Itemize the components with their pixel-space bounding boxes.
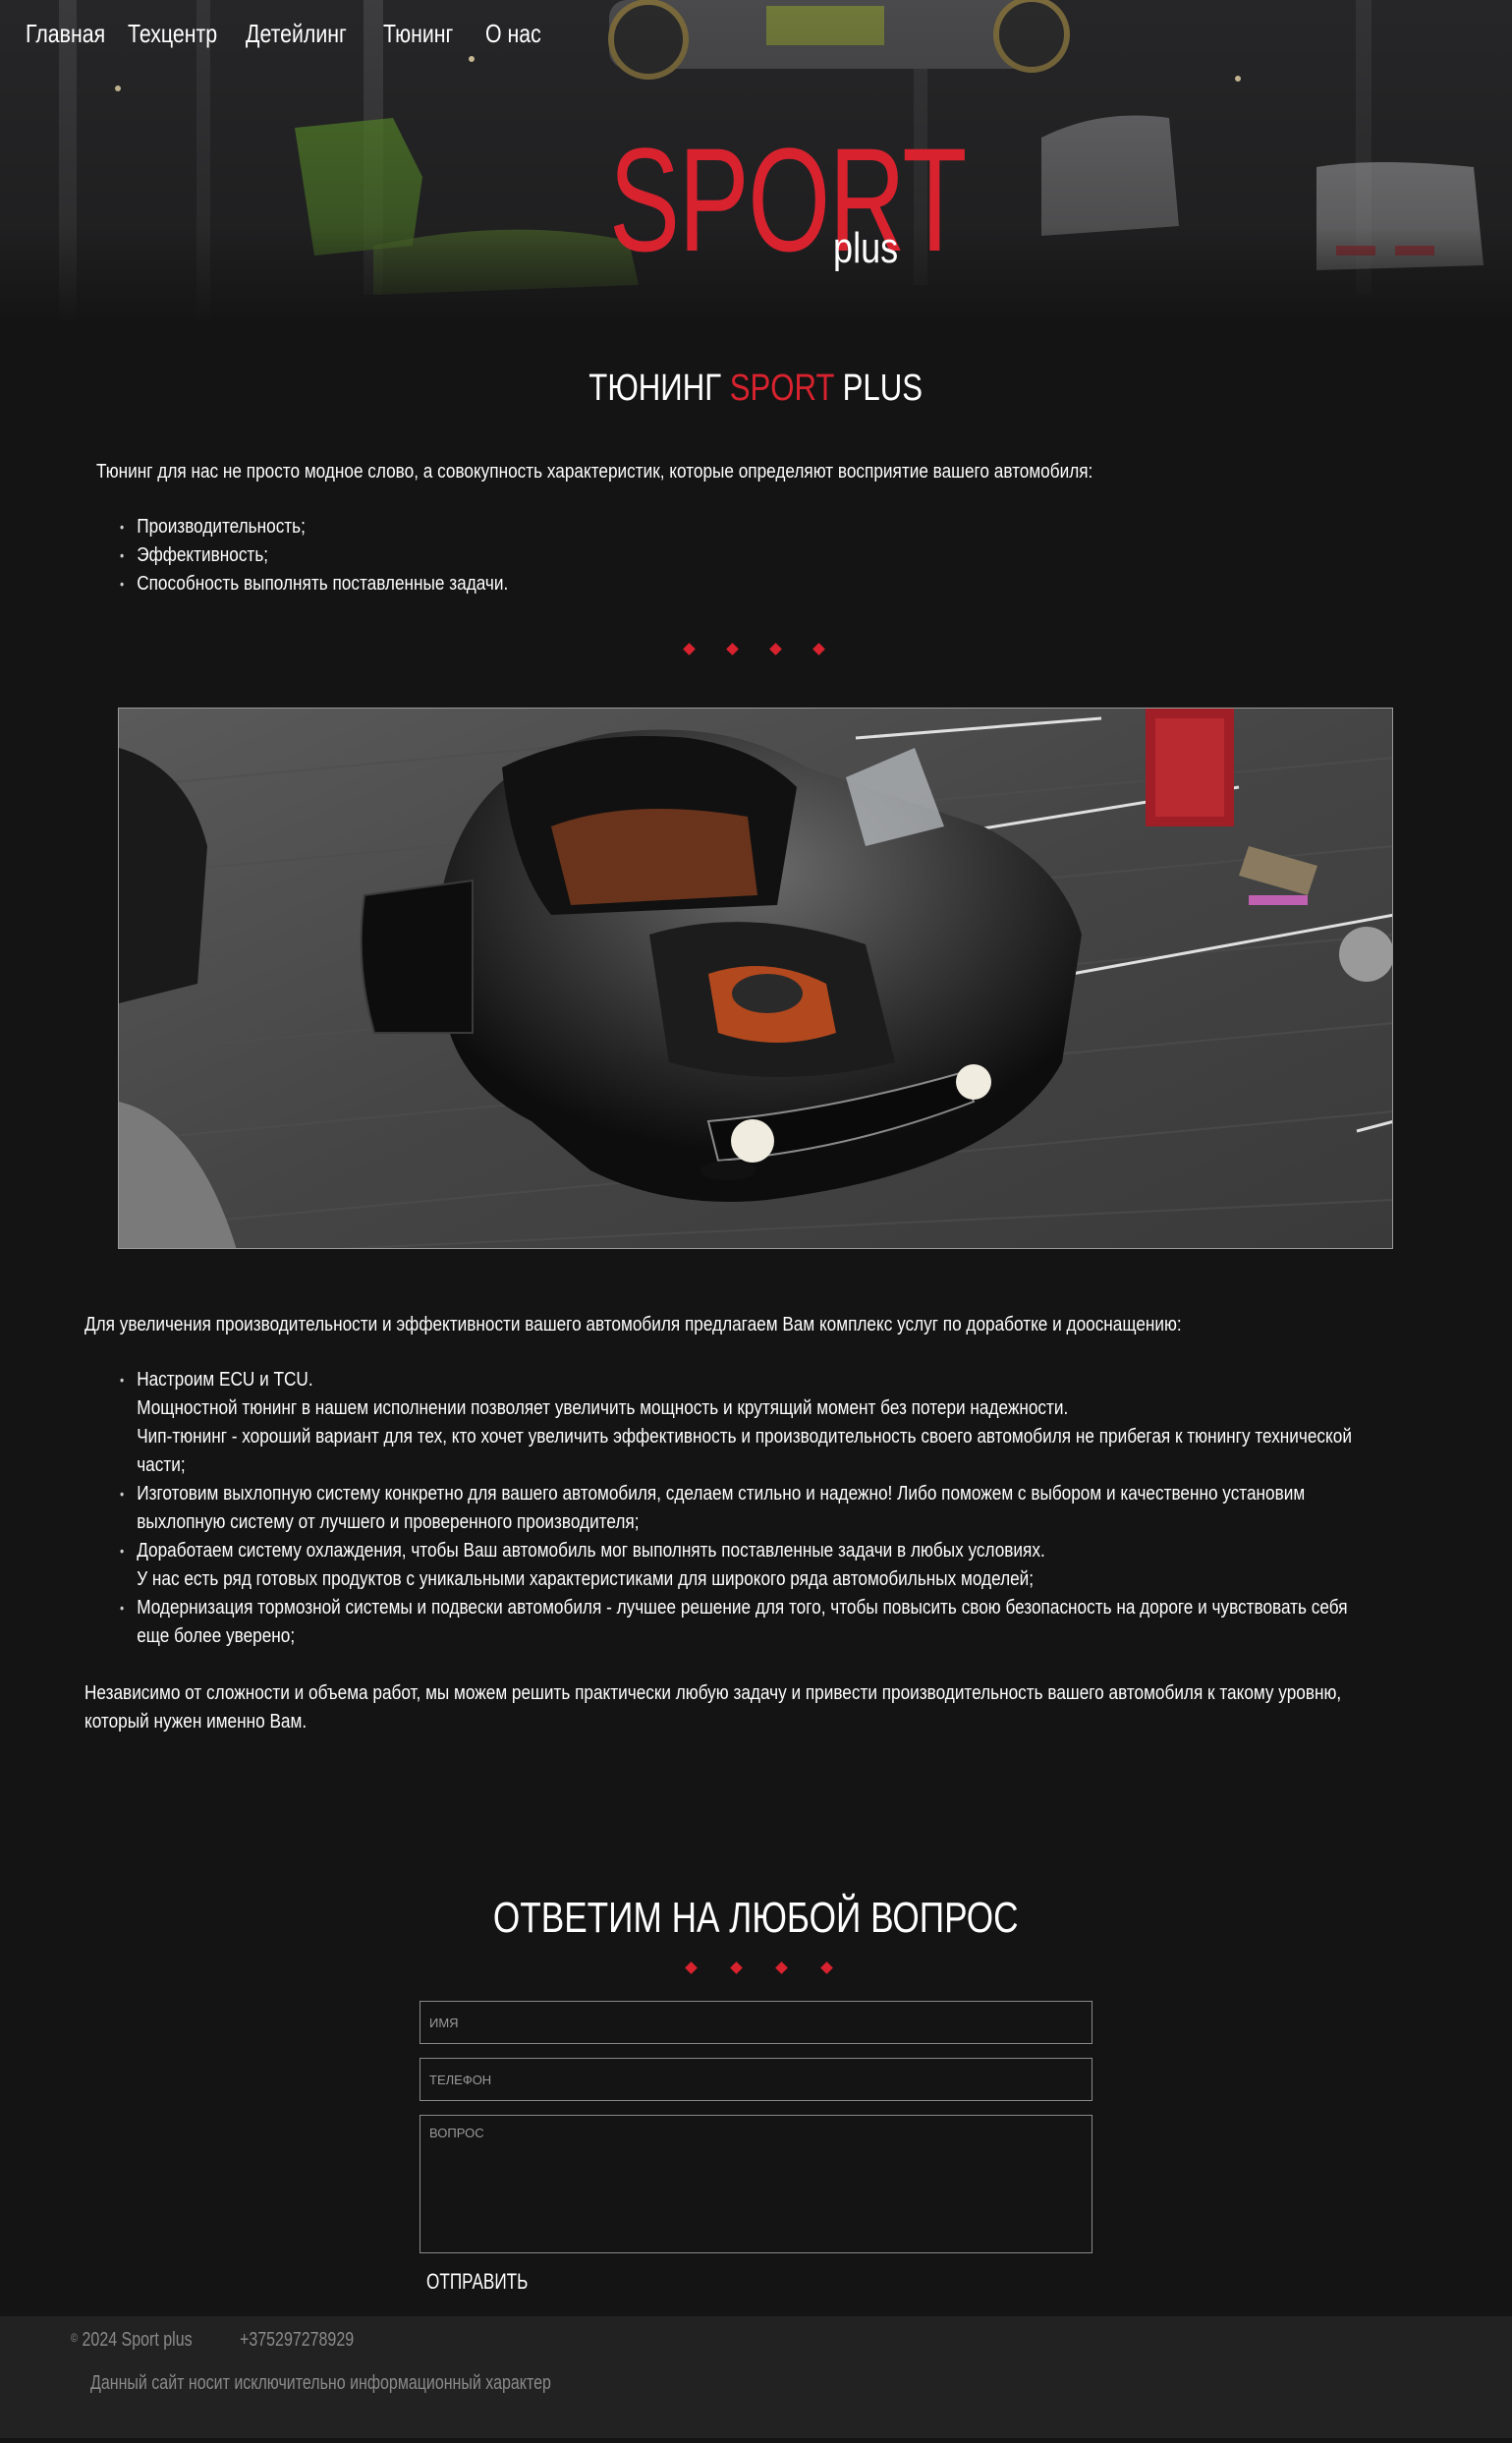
- footer-phone-link[interactable]: +375297278929: [240, 2326, 354, 2354]
- list-item: Эффективность;: [120, 541, 508, 570]
- diamond-icon: [769, 643, 782, 655]
- copyright: © 2024 Sport plus: [71, 2326, 193, 2354]
- service-line: Чип-тюнинг - хороший вариант для тех, кт…: [137, 1426, 1352, 1476]
- list-item: Производительность;: [120, 513, 508, 541]
- site-logo[interactable]: SPORT plus: [609, 126, 967, 283]
- form-title-text: ОТВЕТИМ НА ЛЮБОЙ ВОПРОС: [493, 1894, 1019, 1942]
- diamond-icon: [730, 1961, 743, 1974]
- title-prefix: ТЮНИНГ: [588, 368, 731, 409]
- logo-plus-text: plus: [833, 224, 899, 272]
- divider: [0, 643, 1512, 660]
- nav-item-tuning[interactable]: Тюнинг: [383, 14, 453, 53]
- services-intro: Для увеличения производительности и эффе…: [84, 1314, 1182, 1335]
- tuned-car-photo: [118, 708, 1393, 1249]
- list-item: Способность выполнять поставленные задач…: [120, 570, 508, 598]
- phone-field[interactable]: [420, 2058, 1092, 2101]
- footer: © 2024 Sport plus +375297278929 Данный с…: [0, 2316, 1512, 2438]
- service-line: Доработаем систему охлаждения, чтобы Ваш…: [137, 1540, 1045, 1562]
- divider: [0, 1961, 1512, 1979]
- submit-button[interactable]: ОТПРАВИТЬ: [426, 2264, 528, 2300]
- list-item: Модернизация тормозной системы и подвеск…: [120, 1594, 1371, 1651]
- list-item: Настроим ECU и TCU. Мощностной тюнинг в …: [120, 1366, 1371, 1480]
- service-line: Мощностной тюнинг в нашем исполнении поз…: [137, 1397, 1069, 1419]
- copyright-symbol: ©: [71, 2331, 79, 2345]
- diamond-icon: [812, 643, 825, 655]
- qualities-list: Производительность; Эффективность; Спосо…: [120, 513, 508, 598]
- list-item: Изготовим выхлопную систему конкретно дл…: [120, 1480, 1371, 1537]
- title-suffix: PLUS: [834, 368, 924, 409]
- list-item: Доработаем систему охлаждения, чтобы Ваш…: [120, 1537, 1371, 1594]
- name-field[interactable]: [420, 2001, 1092, 2044]
- conclusion-paragraph: Независимо от сложности и объема работ, …: [84, 1682, 1342, 1733]
- diamond-icon: [820, 1961, 833, 1974]
- hero-header: Главная Техцентр Детейлинг Тюнинг О нас …: [0, 0, 1512, 324]
- service-line: Модернизация тормозной системы и подвеск…: [137, 1597, 1348, 1647]
- diamond-icon: [775, 1961, 788, 1974]
- page-title: ТЮНИНГ SPORT PLUS: [0, 364, 1512, 413]
- question-field[interactable]: [420, 2115, 1092, 2253]
- logo-sport-text: SPORT: [609, 117, 967, 282]
- diamond-icon: [685, 1961, 698, 1974]
- copyright-text: 2024 Sport plus: [78, 2329, 193, 2351]
- services-list: Настроим ECU и TCU. Мощностной тюнинг в …: [120, 1366, 1371, 1651]
- diamond-icon: [683, 643, 696, 655]
- nav-item-detailing[interactable]: Детейлинг: [246, 14, 347, 53]
- diamond-icon: [726, 643, 739, 655]
- title-accent: SPORT: [730, 368, 835, 409]
- service-line: Изготовим выхлопную систему конкретно дл…: [137, 1483, 1306, 1533]
- service-line: У нас есть ряд готовых продуктов с уника…: [137, 1568, 1035, 1590]
- nav-item-home[interactable]: Главная: [26, 14, 105, 53]
- nav-item-techcenter[interactable]: Техцентр: [128, 14, 217, 53]
- service-line: Настроим ECU и TCU.: [137, 1369, 313, 1391]
- form-title: ОТВЕТИМ НА ЛЮБОЙ ВОПРОС: [0, 1889, 1512, 1948]
- intro-paragraph: Тюнинг для нас не просто модное слово, а…: [96, 461, 1093, 483]
- disclaimer: Данный сайт носит исключительно информац…: [90, 2372, 551, 2394]
- nav-item-about[interactable]: О нас: [485, 14, 541, 53]
